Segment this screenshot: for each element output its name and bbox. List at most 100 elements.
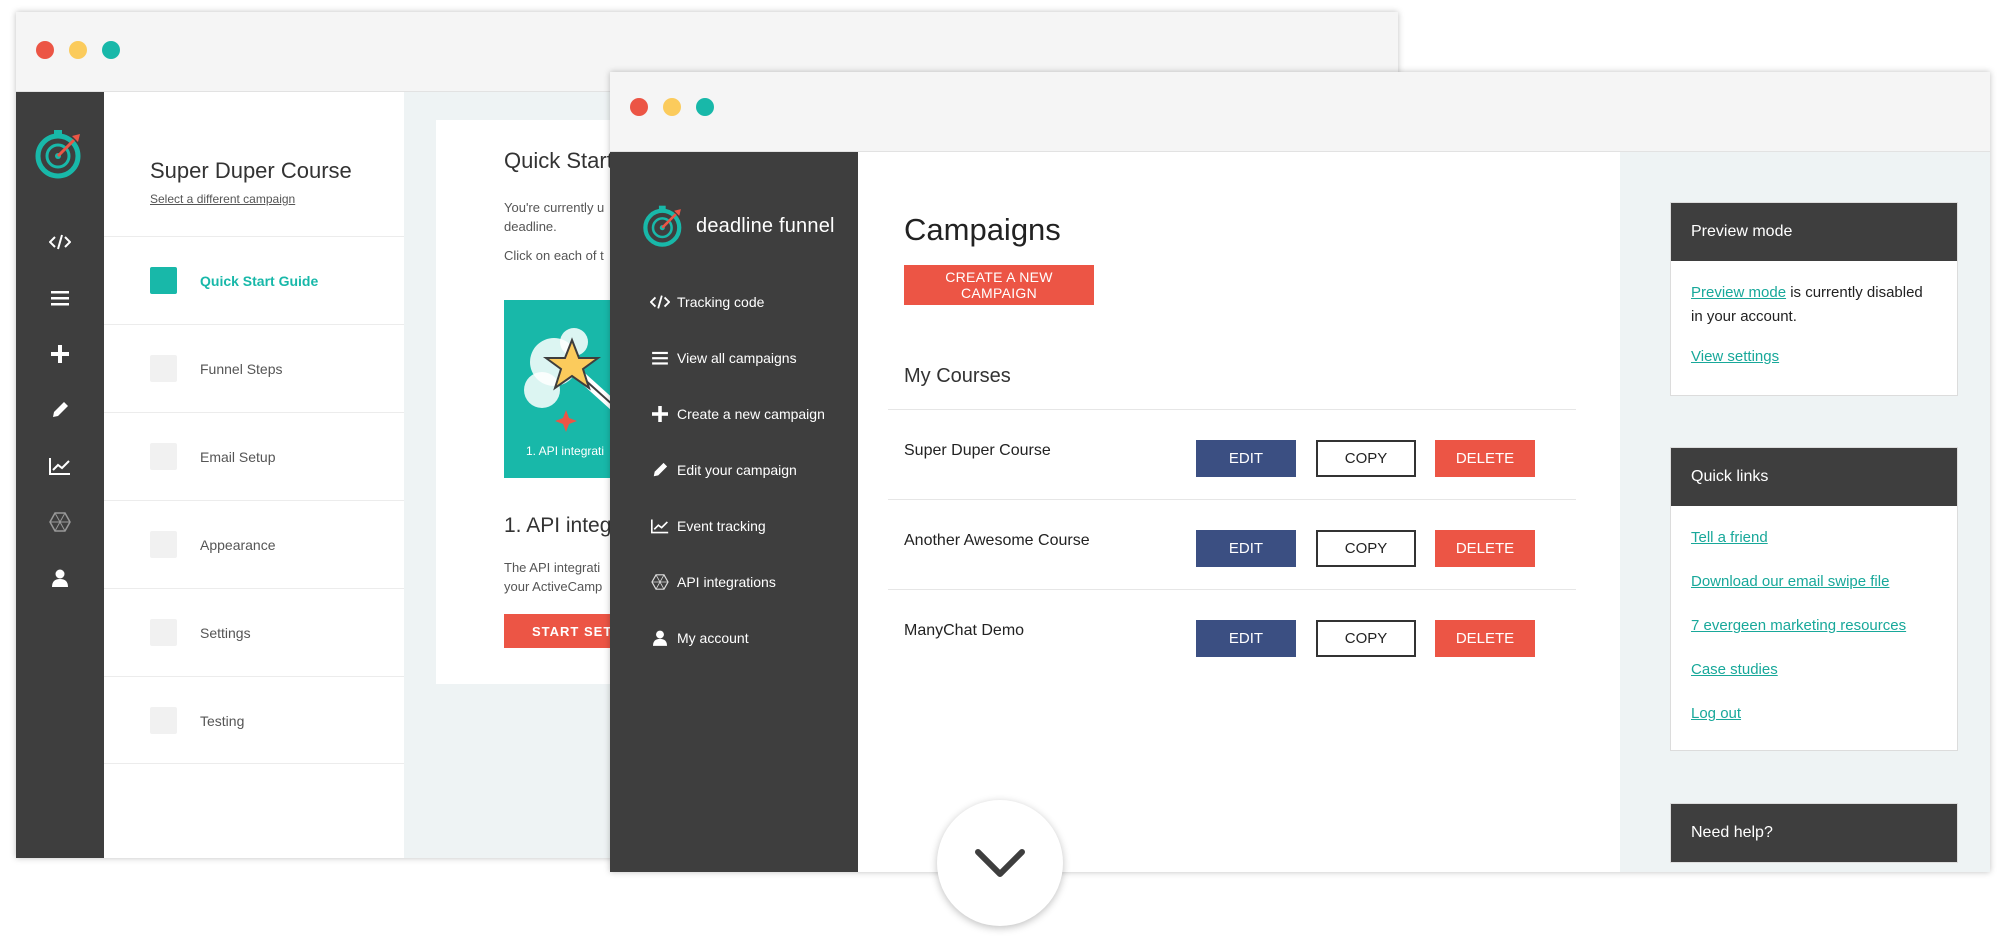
chevron-down-icon <box>975 849 1025 877</box>
create-campaign-button[interactable]: CREATE A NEW CAMPAIGN <box>904 265 1094 305</box>
quick-links-panel: Quick links Tell a friend Download our e… <box>1670 447 1958 751</box>
api-desc-line-2: your ActiveCamp <box>504 579 603 594</box>
front-window: deadline funnel Tracking code View all c… <box>610 72 1990 872</box>
scroll-down-button[interactable] <box>937 800 1063 926</box>
panel-body: Tell a friend Download our email swipe f… <box>1671 506 1957 750</box>
page-title: Campaigns <box>904 212 1061 247</box>
step-email-setup[interactable]: Email Setup <box>104 412 404 500</box>
chart-icon[interactable] <box>44 450 76 482</box>
panel-title: Need help? <box>1671 804 1957 862</box>
tell-a-friend-link[interactable]: Tell a friend <box>1691 526 1937 550</box>
campaign-title: Super Duper Course <box>150 158 352 183</box>
back-icon-rail <box>16 92 104 858</box>
chart-icon <box>650 516 670 536</box>
close-dot-icon[interactable] <box>630 98 648 116</box>
course-name: Another Awesome Course <box>904 532 1090 549</box>
user-icon <box>650 628 670 648</box>
step-label: Settings <box>200 625 251 641</box>
stopwatch-logo-icon <box>643 205 682 247</box>
nav-my-account[interactable]: My account <box>650 624 749 652</box>
pencil-icon[interactable] <box>44 394 76 426</box>
copy-button[interactable]: COPY <box>1316 620 1416 657</box>
table-row: ManyChat Demo EDIT COPY DELETE <box>888 589 1576 679</box>
preview-mode-link[interactable]: Preview mode <box>1691 284 1786 301</box>
campaigns-main: Campaigns CREATE A NEW CAMPAIGN My Cours… <box>858 152 1620 872</box>
step-checkbox[interactable] <box>150 355 177 382</box>
nav-label: Edit your campaign <box>677 462 797 478</box>
back-steps-panel: Super Duper Course Select a different ca… <box>104 92 404 858</box>
marketing-resources-link[interactable]: 7 evergeen marketing resources <box>1691 614 1937 638</box>
maximize-dot-icon[interactable] <box>696 98 714 116</box>
email-swipe-file-link[interactable]: Download our email swipe file <box>1691 570 1937 594</box>
step-checkbox[interactable] <box>150 531 177 558</box>
step-checkbox[interactable] <box>150 267 177 294</box>
minimize-dot-icon[interactable] <box>663 98 681 116</box>
panel-title: Quick links <box>1671 448 1957 506</box>
api-desc-line-1: The API integrati <box>504 560 601 575</box>
panel-body: Preview mode is currently disabled in yo… <box>1671 261 1957 395</box>
list-icon <box>650 348 670 368</box>
view-settings-link[interactable]: View settings <box>1691 345 1937 369</box>
hexagon-icon <box>650 572 670 592</box>
quick-start-title: Quick Start <box>504 148 613 173</box>
stopwatch-logo-icon <box>34 128 86 180</box>
step-label: Quick Start Guide <box>200 273 319 289</box>
quick-start-instructions: Click on each of t <box>504 248 604 263</box>
api-integration-description: The API integrati your ActiveCamp <box>504 558 602 596</box>
delete-button[interactable]: DELETE <box>1435 530 1535 567</box>
nav-view-all-campaigns[interactable]: View all campaigns <box>650 344 797 372</box>
close-dot-icon[interactable] <box>36 41 54 59</box>
edit-button[interactable]: EDIT <box>1196 530 1296 567</box>
right-sidebar: Preview mode Preview mode is currently d… <box>1620 152 1990 872</box>
minimize-dot-icon[interactable] <box>69 41 87 59</box>
deadline-funnel-logo[interactable]: deadline funnel <box>642 204 835 248</box>
nav-label: Tracking code <box>677 294 765 310</box>
nav-tracking-code[interactable]: Tracking code <box>650 288 764 316</box>
need-help-panel: Need help? <box>1670 803 1958 863</box>
user-icon[interactable] <box>44 562 76 594</box>
my-courses-title: My Courses <box>904 365 1011 387</box>
step-testing[interactable]: Testing <box>104 676 404 764</box>
hexagon-icon[interactable] <box>44 506 76 538</box>
front-sidebar: deadline funnel Tracking code View all c… <box>610 152 858 872</box>
step-settings[interactable]: Settings <box>104 588 404 676</box>
logo-text: deadline funnel <box>696 214 835 237</box>
code-icon <box>650 292 670 312</box>
delete-button[interactable]: DELETE <box>1435 620 1535 657</box>
copy-button[interactable]: COPY <box>1316 440 1416 477</box>
step-checkbox[interactable] <box>150 443 177 470</box>
select-campaign-link[interactable]: Select a different campaign <box>150 192 295 206</box>
case-studies-link[interactable]: Case studies <box>1691 658 1937 682</box>
nav-label: Event tracking <box>677 518 766 534</box>
step-funnel-steps[interactable]: Funnel Steps <box>104 324 404 412</box>
step-checkbox[interactable] <box>150 707 177 734</box>
nav-api-integrations[interactable]: API integrations <box>650 568 776 596</box>
nav-create-campaign[interactable]: Create a new campaign <box>650 400 825 428</box>
edit-button[interactable]: EDIT <box>1196 620 1296 657</box>
nav-event-tracking[interactable]: Event tracking <box>650 512 766 540</box>
quick-start-description: You're currently u deadline. <box>504 200 605 234</box>
nav-edit-campaign[interactable]: Edit your campaign <box>650 456 797 484</box>
nav-label: View all campaigns <box>677 350 797 366</box>
step-appearance[interactable]: Appearance <box>104 500 404 588</box>
step-quick-start-guide[interactable]: Quick Start Guide <box>104 236 404 324</box>
code-icon[interactable] <box>44 226 76 258</box>
step-label: Testing <box>200 713 245 729</box>
plus-icon[interactable] <box>44 338 76 370</box>
delete-button[interactable]: DELETE <box>1435 440 1535 477</box>
step-label: Email Setup <box>200 449 276 465</box>
log-out-link[interactable]: Log out <box>1691 702 1937 726</box>
course-name: ManyChat Demo <box>904 622 1025 639</box>
edit-button[interactable]: EDIT <box>1196 440 1296 477</box>
maximize-dot-icon[interactable] <box>102 41 120 59</box>
copy-button[interactable]: COPY <box>1316 530 1416 567</box>
step-label: Funnel Steps <box>200 361 283 377</box>
panel-title: Preview mode <box>1671 203 1957 261</box>
nav-label: My account <box>677 630 749 646</box>
nav-label: API integrations <box>677 574 776 590</box>
course-name: Super Duper Course <box>904 442 1051 459</box>
pencil-icon <box>650 460 670 480</box>
step-checkbox[interactable] <box>150 619 177 646</box>
front-window-titlebar <box>610 72 1990 152</box>
list-icon[interactable] <box>44 282 76 314</box>
